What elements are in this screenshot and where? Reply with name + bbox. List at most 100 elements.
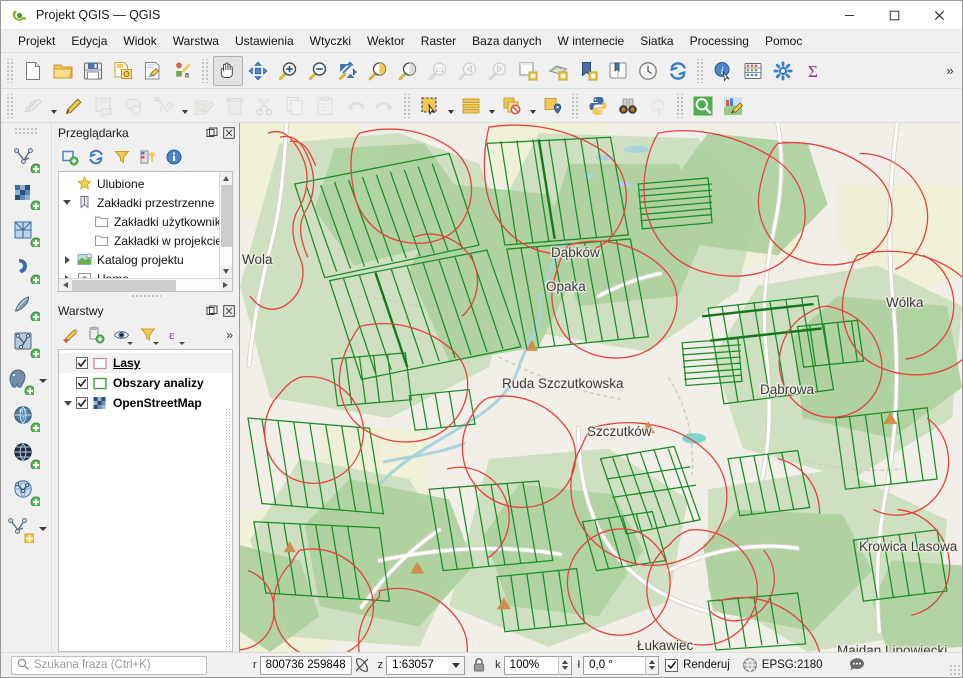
toolbar-grip-2[interactable] (201, 58, 210, 83)
pan-map-button[interactable] (213, 55, 243, 86)
browser-item-zakladki-uzytkownika[interactable]: Zakładki użytkownika (59, 212, 232, 231)
digitizing-toolbar-grip-4[interactable] (676, 93, 685, 118)
layer-row-obszary-analizy[interactable]: Obszary analizy (59, 373, 232, 393)
vertex-tool-caret[interactable] (179, 91, 190, 121)
delete-selected-button[interactable] (220, 91, 250, 121)
statistical-summary-button[interactable] (738, 56, 768, 86)
layer-row-lasy[interactable]: Lasy (59, 353, 232, 373)
menu-widok[interactable]: Widok (115, 31, 164, 51)
toolbar-grip-3[interactable] (696, 58, 705, 83)
scroll-track-h[interactable] (72, 278, 219, 291)
menu-projekt[interactable]: Projekt (10, 31, 63, 51)
browser-undock-icon[interactable] (205, 126, 219, 140)
cut-features-button[interactable] (250, 91, 280, 121)
layers-close-icon[interactable] (222, 304, 236, 318)
browser-tree[interactable]: Ulubione Zakładki przestrzenne Zakładki … (58, 171, 233, 292)
paste-features-button[interactable] (310, 91, 340, 121)
new-map-view-button[interactable] (513, 56, 543, 86)
select-features-button[interactable] (415, 91, 445, 121)
menu-processing[interactable]: Processing (682, 31, 757, 51)
project-properties-button[interactable] (138, 56, 168, 86)
locator-search-input[interactable]: Szukana fraza (Ctrl+K) (11, 655, 207, 675)
scroll-thumb-h[interactable] (72, 279, 176, 291)
show-map-tips-button[interactable] (643, 91, 673, 121)
digitizing-toolbar-grip-2[interactable] (403, 93, 412, 118)
zoom-full-button[interactable] (333, 56, 363, 86)
filter-legend-button[interactable] (136, 323, 160, 347)
menu-baza-danych[interactable]: Baza danych (464, 31, 549, 51)
menu-wtyczki[interactable]: Wtyczki (302, 31, 359, 51)
select-features-caret[interactable] (445, 91, 456, 121)
lock-scale-icon[interactable] (469, 655, 489, 675)
toolbar-grip[interactable] (6, 58, 15, 83)
new-print-layout-button[interactable]: a (168, 56, 198, 86)
save-project-as-button[interactable] (108, 56, 138, 86)
expand-collapse-icon[interactable] (59, 250, 75, 269)
search-green-button[interactable] (688, 91, 718, 121)
new-bookmark-button[interactable] (573, 56, 603, 86)
layers-panel-resize-grip[interactable] (225, 408, 232, 651)
add-group-button[interactable] (84, 323, 108, 347)
menu-wektor[interactable]: Wektor (359, 31, 413, 51)
map-canvas[interactable]: Dąbków Wola Opaka Wólka Ruda Szczutkowsk… (239, 123, 962, 652)
browser-item-zakladki-przestrzenne[interactable]: Zakładki przestrzenne (59, 193, 232, 212)
vertex-tool-button[interactable] (149, 91, 179, 121)
sum-expression-button[interactable]: Σ (798, 56, 828, 86)
current-edits-button[interactable] (18, 91, 48, 121)
current-edits-caret[interactable] (48, 91, 59, 121)
toggle-extents-icon[interactable] (352, 655, 372, 675)
refresh-browser-button[interactable] (84, 145, 108, 169)
add-mssql-layer-button[interactable]: RT T (9, 401, 43, 435)
manage-layer-visibility-button[interactable] (110, 323, 134, 347)
magnifier-stepper[interactable] (557, 655, 572, 675)
expand-collapse-icon[interactable] (59, 193, 75, 212)
deselect-features-button[interactable] (497, 91, 527, 121)
menu-edycja[interactable]: Edycja (63, 31, 115, 51)
resize-grip[interactable] (949, 664, 961, 676)
show-bookmarks-button[interactable] (603, 56, 633, 86)
zoom-to-selection-button[interactable] (363, 56, 393, 86)
minimize-button[interactable] (827, 1, 872, 30)
data-source-toolbar-grip[interactable] (14, 127, 38, 136)
new-project-button[interactable] (18, 56, 48, 86)
add-raster-layer-button[interactable] (9, 179, 43, 213)
refresh-button[interactable] (663, 56, 693, 86)
zoom-last-button[interactable] (453, 56, 483, 86)
maximize-button[interactable] (872, 1, 917, 30)
zoom-out-button[interactable] (303, 56, 333, 86)
new-3d-map-view-button[interactable] (543, 56, 573, 86)
browser-vertical-scrollbar[interactable] (219, 172, 232, 278)
toolbar-overflow-button[interactable]: » (938, 54, 962, 88)
add-wfs-layer-button[interactable] (9, 475, 43, 509)
render-checkbox[interactable] (665, 658, 679, 672)
layer-expander-icon[interactable] (59, 393, 76, 413)
add-wms-layer-button[interactable] (9, 438, 43, 472)
open-attribute-table-caret[interactable] (486, 91, 497, 121)
panel-splitter[interactable] (52, 292, 239, 301)
messages-icon[interactable] (847, 655, 867, 675)
options-button[interactable] (768, 56, 798, 86)
open-project-button[interactable] (48, 56, 78, 86)
digitizing-toolbar-grip[interactable] (6, 93, 15, 118)
menu-pomoc[interactable]: Pomoc (757, 31, 810, 51)
scroll-thumb[interactable] (220, 185, 232, 247)
layers-undock-icon[interactable] (205, 304, 219, 318)
rotation-stepper[interactable] (645, 655, 660, 675)
zoom-in-button[interactable] (273, 56, 303, 86)
magnifier-value[interactable]: 100% (503, 655, 558, 675)
properties-info-button[interactable] (162, 145, 186, 169)
filter-browser-button[interactable] (110, 145, 134, 169)
save-layer-edits-button[interactable] (89, 91, 119, 121)
new-virtual-layer-caret[interactable] (37, 512, 50, 546)
layer-visibility-checkbox[interactable] (76, 377, 88, 389)
globe-crs-icon[interactable] (740, 655, 760, 675)
browser-item-zakladki-w-projekcie[interactable]: Zakładki w projekcie (59, 231, 232, 250)
scroll-down-icon[interactable] (219, 265, 232, 278)
layer-row-openstreetmap[interactable]: OpenStreetMap (59, 393, 232, 413)
browser-close-icon[interactable] (222, 126, 236, 140)
copy-features-button[interactable] (280, 91, 310, 121)
zoom-to-layer-button[interactable] (393, 56, 423, 86)
add-postgis-layer-button[interactable] (3, 364, 37, 398)
new-virtual-layer-button[interactable] (3, 512, 37, 546)
deselect-features-caret[interactable] (527, 91, 538, 121)
